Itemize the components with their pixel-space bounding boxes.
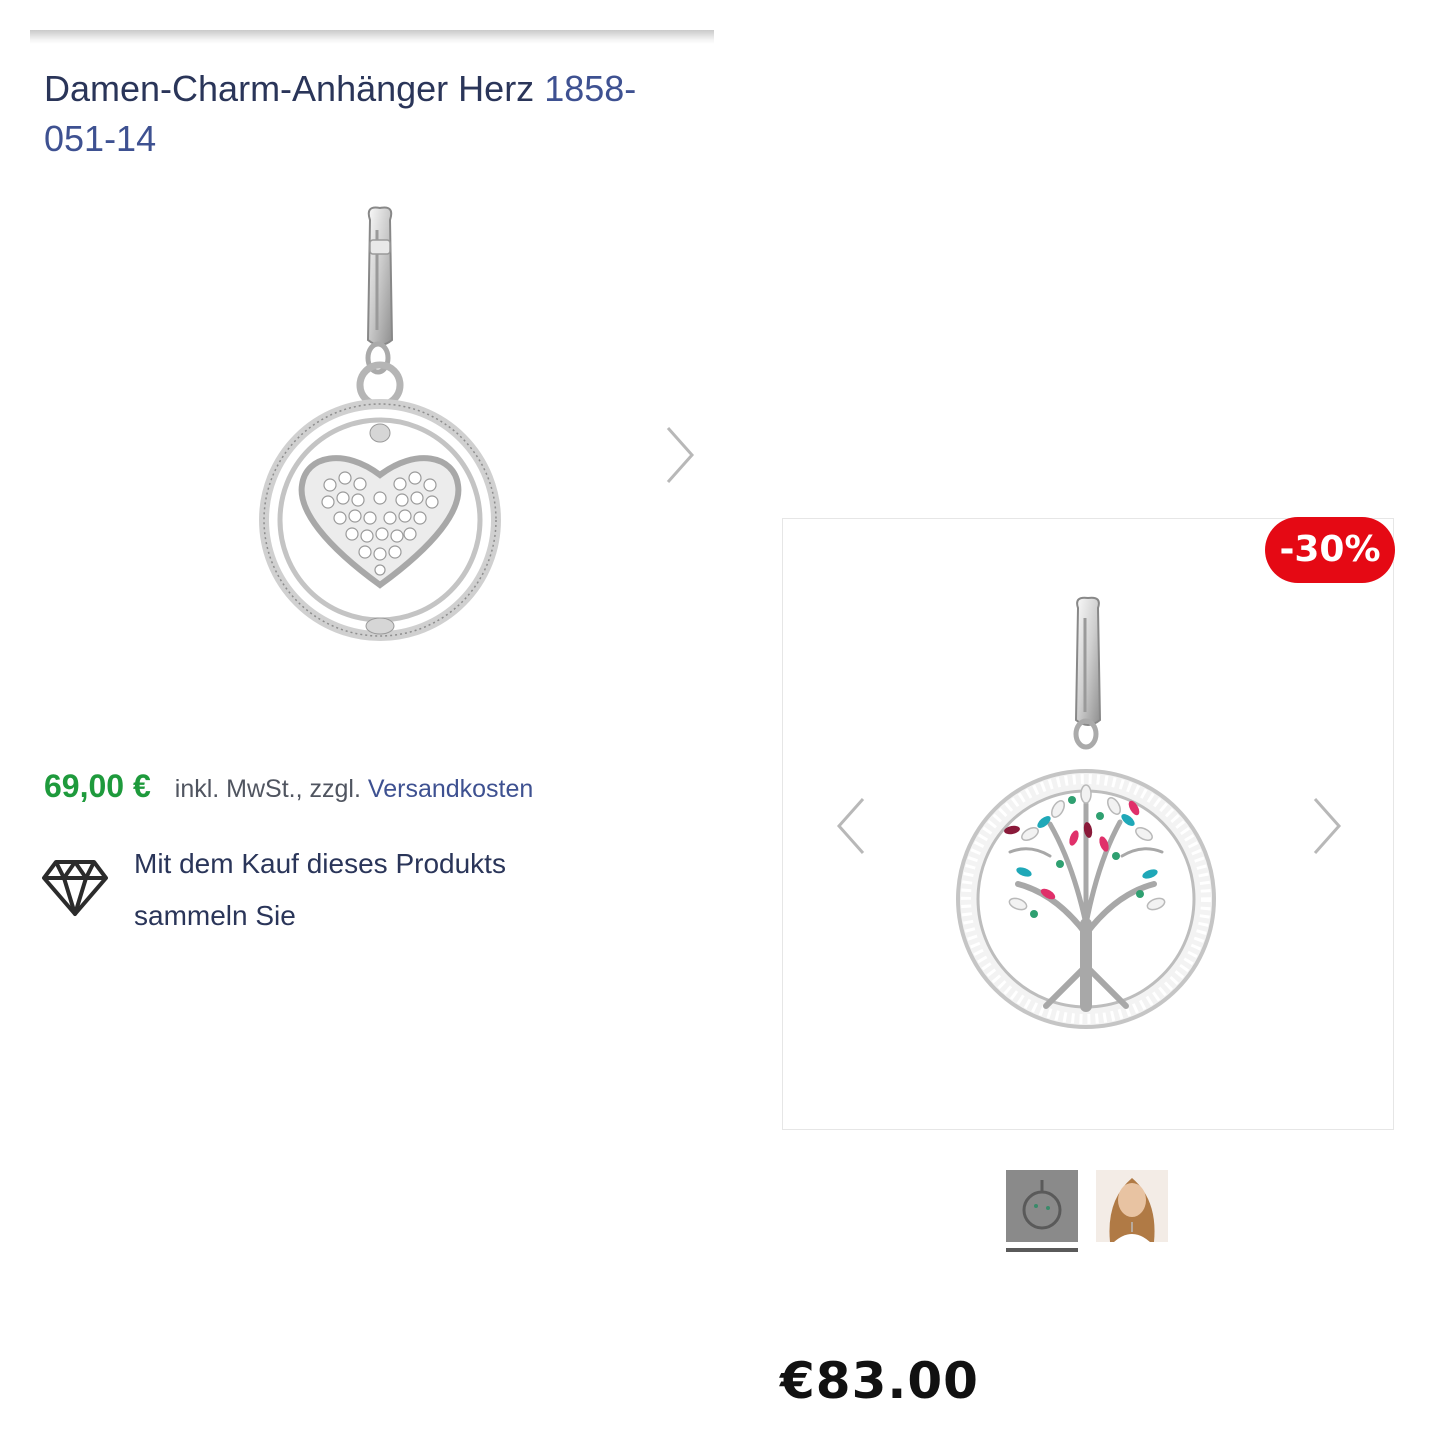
heart-charm-image (259, 206, 501, 641)
product-title-text: Damen-Charm-Anhänger Herz (44, 68, 545, 109)
chevron-right-icon[interactable] (1307, 791, 1347, 861)
chevron-left-icon[interactable] (831, 791, 871, 861)
product-thumbnail[interactable] (1006, 1170, 1078, 1242)
loyalty-info: Mit dem Kauf dieses Produkts sammeln Sie (40, 838, 574, 942)
product-price: 69,00 € (44, 768, 151, 804)
model-thumbnail[interactable] (1096, 1170, 1168, 1242)
product-title: Damen-Charm-Anhänger Herz 1858-051-14 (44, 64, 684, 164)
diamond-icon (42, 860, 108, 916)
right-screenshot-panel: -30% €83.00 (728, 0, 1456, 1456)
chevron-right-icon[interactable] (660, 420, 700, 490)
sale-price: €83.00 (780, 1352, 979, 1410)
tree-of-life-charm-image (956, 596, 1216, 1029)
discount-badge: -30% (1265, 517, 1395, 583)
price-row: 69,00 € inkl. MwSt., zzgl. Versandkosten (44, 768, 533, 812)
selected-thumbnail-indicator (1006, 1248, 1078, 1252)
left-screenshot-panel: Damen-Charm-Anhänger Herz 1858-051-14 69… (0, 0, 728, 1456)
shipping-costs-link[interactable]: Versandkosten (368, 775, 533, 804)
header-shadow (30, 30, 714, 44)
product-gallery[interactable]: -30% (782, 517, 1395, 1130)
tax-note: inkl. MwSt., zzgl. (174, 775, 361, 803)
loyalty-text: Mit dem Kauf dieses Produkts sammeln Sie (134, 848, 506, 931)
